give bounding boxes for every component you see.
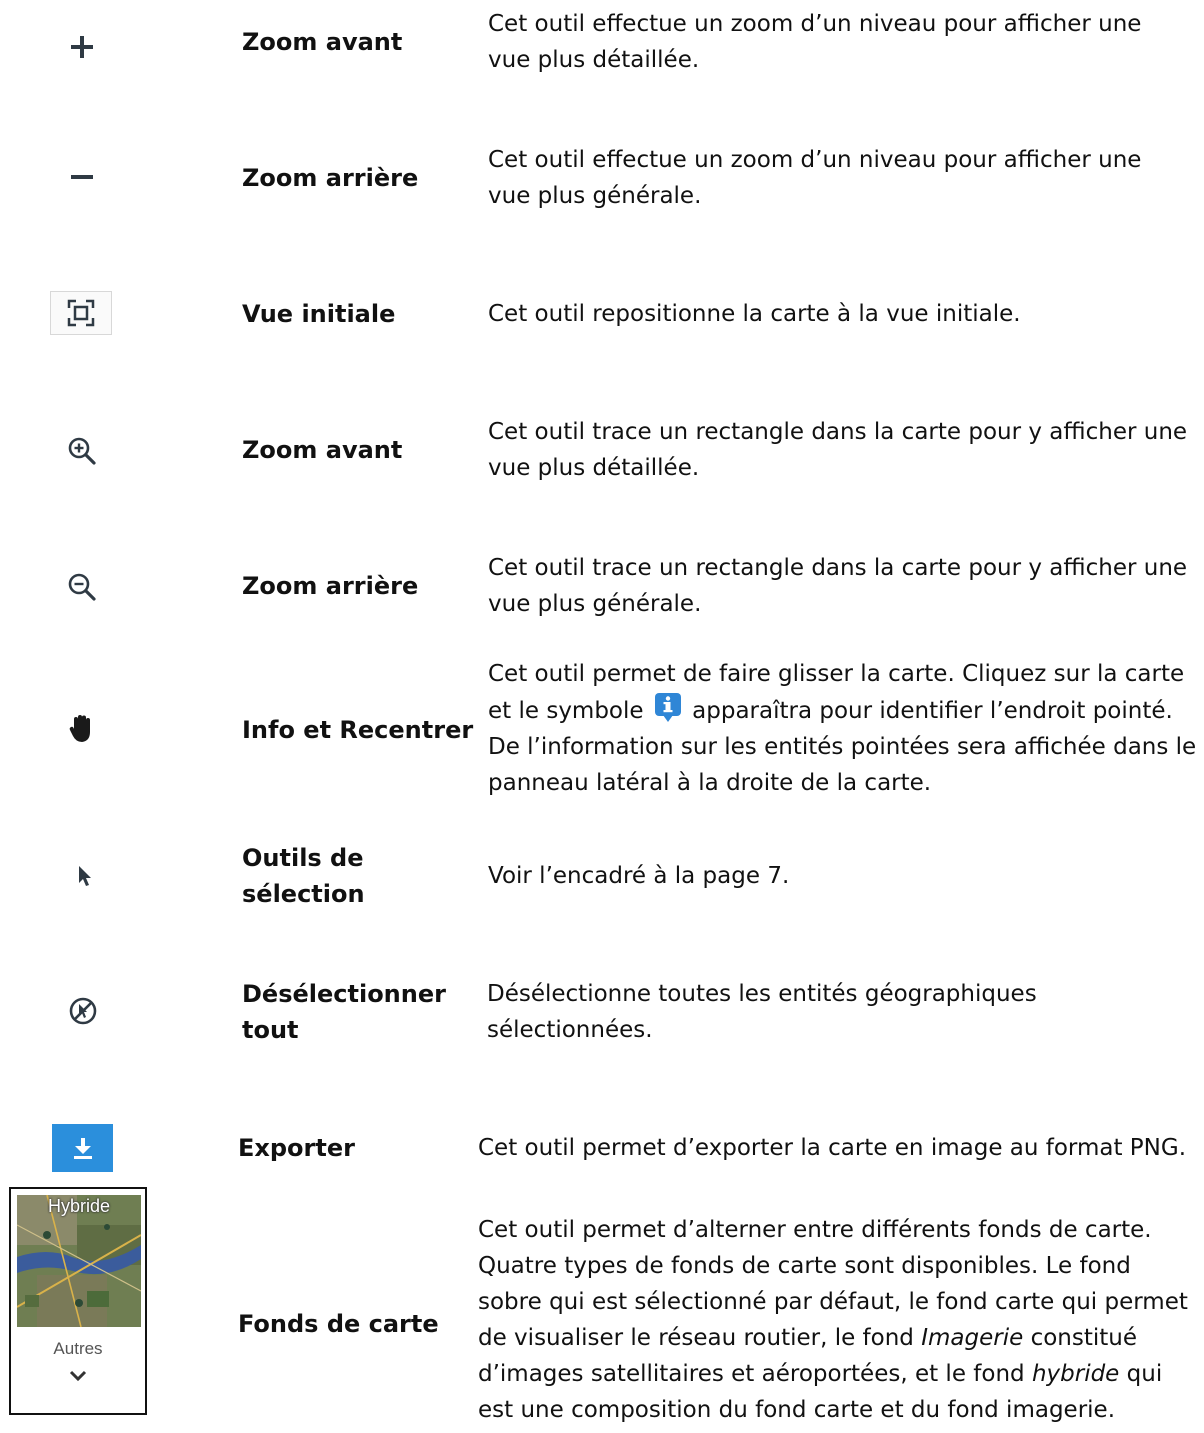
tool-name-basemaps: Fonds de carte	[238, 1310, 439, 1338]
tool-desc-zoom-in-rectangle: Cet outil trace un rectangle dans la car…	[488, 419, 1188, 481]
tool-desc-basemaps-imagerie: Imagerie	[921, 1325, 1024, 1351]
tool-desc-zoom-out: Cet outil effectue un zoom d’un niveau p…	[488, 147, 1142, 209]
tool-name-export: Exporter	[238, 1134, 355, 1162]
tool-name-zoom-out-rectangle: Zoom arrière	[242, 572, 419, 600]
basemap-more-label: Autres	[53, 1339, 103, 1358]
tool-desc-initial-view: Cet outil repositionne la carte à la vue…	[488, 301, 1021, 327]
zoom-in-magnifier-icon[interactable]	[60, 430, 104, 472]
tool-name-initial-view: Vue initiale	[242, 300, 396, 328]
deselect-icon[interactable]	[64, 992, 102, 1030]
chevron-down-icon[interactable]	[68, 1369, 88, 1383]
tool-desc-zoom-out-rectangle: Cet outil trace un rectangle dans la car…	[488, 555, 1188, 617]
tool-name-zoom-in-rectangle: Zoom avant	[242, 436, 403, 464]
tool-desc-basemaps: Cet outil permet d’alterner entre différ…	[478, 1212, 1200, 1428]
tool-desc-deselect-all: Désélectionne toutes les entités géograp…	[487, 981, 1037, 1043]
cursor-arrow-icon[interactable]	[70, 860, 100, 892]
minus-icon[interactable]	[62, 162, 102, 192]
tool-name-info-recenter: Info et Recentrer	[242, 716, 474, 744]
basemap-thumbnail-label: Hybride	[47, 1196, 111, 1216]
tool-desc-zoom-in: Cet outil effectue un zoom d’un niveau p…	[488, 11, 1142, 73]
basemap-thumbnail[interactable]: Hybride	[17, 1195, 141, 1327]
info-marker-icon	[654, 693, 681, 722]
initial-view-icon[interactable]	[50, 291, 112, 335]
tool-name-deselect-all: Désélectionner tout	[242, 980, 446, 1044]
tool-desc-selection-tools: Voir l’encadré à la page 7.	[488, 863, 790, 889]
download-icon[interactable]	[52, 1124, 113, 1172]
tool-name-zoom-in: Zoom avant	[242, 28, 403, 56]
tool-desc-info-recenter: Cet outil permet de faire glisser la car…	[488, 656, 1204, 801]
hand-pan-icon[interactable]	[62, 708, 102, 750]
zoom-out-magnifier-icon[interactable]	[60, 566, 104, 608]
plus-icon[interactable]	[62, 30, 102, 64]
tool-name-zoom-out: Zoom arrière	[242, 164, 419, 192]
tool-desc-export: Cet outil permet d’exporter la carte en …	[478, 1135, 1187, 1161]
basemap-toggle-widget[interactable]: Hybride Autres	[9, 1187, 147, 1415]
tool-name-selection-tools: Outils de sélection	[242, 844, 365, 908]
tool-desc-basemaps-hybride: hybride	[1031, 1361, 1120, 1387]
